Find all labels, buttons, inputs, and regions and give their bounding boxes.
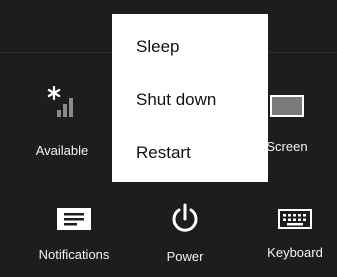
tile-network-label: Available: [35, 143, 89, 158]
power-menu: Sleep Shut down Restart: [112, 14, 268, 182]
menu-item-restart[interactable]: Restart: [112, 140, 268, 193]
tile-notifications[interactable]: Notifications: [29, 208, 119, 262]
tile-network[interactable]: Available: [12, 85, 112, 158]
tile-keyboard-label: Keyboard: [267, 245, 323, 260]
menu-item-sleep[interactable]: Sleep: [112, 34, 268, 87]
tile-power[interactable]: Power: [140, 203, 230, 264]
network-signal-icon: [42, 85, 82, 121]
screen-brightness-icon: [270, 95, 304, 117]
notifications-icon: [57, 208, 91, 230]
tile-power-label: Power: [166, 249, 204, 264]
settings-panel: Available Screen Notifications Power Key…: [0, 0, 337, 277]
tile-keyboard[interactable]: Keyboard: [253, 209, 337, 260]
menu-item-shut-down[interactable]: Shut down: [112, 87, 268, 140]
keyboard-icon: [278, 209, 312, 229]
tile-notifications-label: Notifications: [38, 247, 110, 262]
power-icon: [169, 203, 201, 235]
